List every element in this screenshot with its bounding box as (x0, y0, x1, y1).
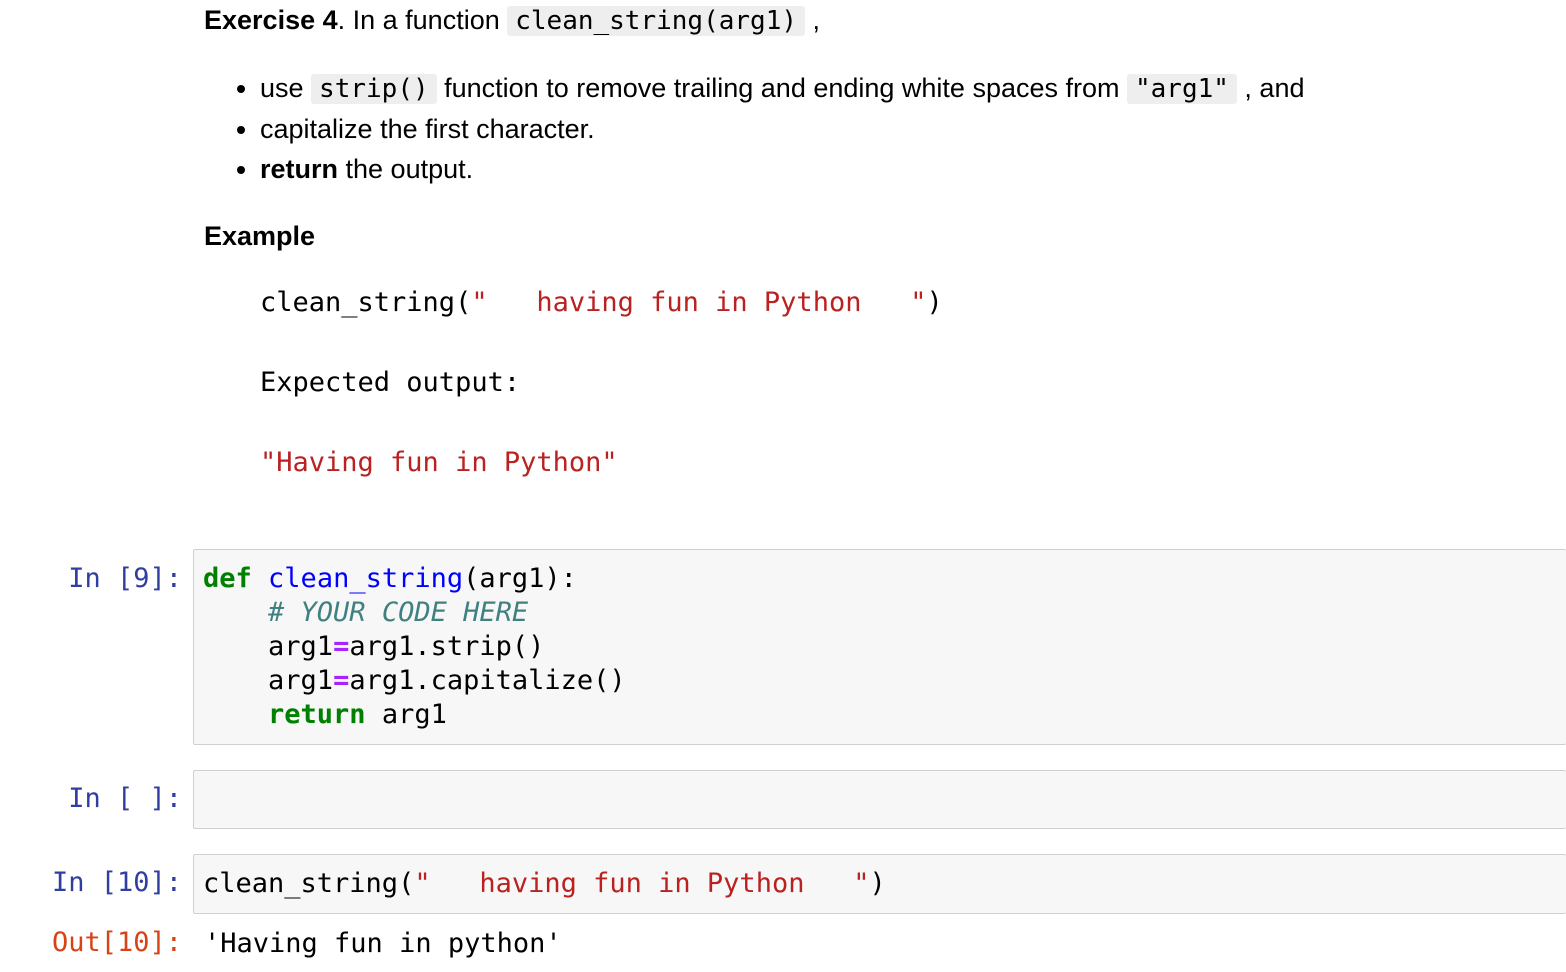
exercise-title-text: . In a function (337, 5, 508, 35)
code-text: arg1.strip() (349, 631, 545, 662)
empty-code-cell-editor[interactable] (193, 770, 1566, 829)
code-text: arg1 (268, 631, 334, 662)
code-text: arg1 (365, 699, 447, 730)
code-text: ) (869, 868, 886, 899)
bullet-text: function to remove trailing and ending w… (436, 73, 1127, 103)
cell-prompt: In [9]: (68, 563, 182, 594)
expected-output-value: "Having fun in Python" (260, 447, 618, 478)
bullet-text: , and (1236, 73, 1305, 103)
function-name: clean_string (268, 563, 464, 594)
code-text: arg1.capitalize() (349, 665, 626, 696)
cell-prompt: In [ ]: (68, 783, 182, 814)
code-operator: = (333, 665, 350, 696)
code-comment: # YOUR CODE HERE (268, 597, 529, 628)
expected-output-label: Expected output: (260, 367, 521, 398)
inline-code-strip: strip() (311, 74, 437, 104)
bullet-text: capitalize the first character. (260, 114, 595, 144)
code-content[interactable]: clean_string(" having fun in Python ") (194, 855, 1566, 901)
code-text: arg1 (268, 665, 334, 696)
bullet-text: the output. (338, 154, 474, 184)
exercise-title-code: clean_string(arg1) (507, 6, 805, 36)
code-text: (arg1): (463, 563, 577, 594)
exercise-title-bold: Exercise 4 (204, 5, 338, 35)
code-text: clean_string( (203, 868, 415, 899)
output-prompt: Out[10]: (51, 927, 182, 958)
code-string: " having fun in Python " (414, 868, 870, 899)
list-item: use strip() function to remove trailing … (260, 68, 1304, 109)
code-operator: = (333, 631, 350, 662)
list-item: capitalize the first character. (260, 109, 1304, 149)
code-content[interactable]: def clean_string(arg1): # YOUR CODE HERE… (194, 550, 1566, 732)
example-call-close: ) (926, 287, 943, 318)
example-call-string: " having fun in Python " (471, 287, 927, 318)
example-call: clean_string(" having fun in Python ") (260, 285, 943, 321)
instruction-list: use strip() function to remove trailing … (204, 68, 1304, 189)
cell-prompt: In [10]: (51, 867, 182, 898)
bullet-text: use (260, 73, 312, 103)
example-call-fn: clean_string( (260, 287, 472, 318)
exercise-title-tail: , (805, 5, 821, 35)
cell-output: 'Having fun in python' (204, 928, 562, 959)
inline-code-arg1: "arg1" (1127, 74, 1237, 104)
example-heading: Example (204, 221, 316, 251)
keyword-return: return (268, 699, 366, 730)
exercise-title: Exercise 4. In a function clean_string(a… (204, 2, 820, 39)
list-item: return the output. (260, 149, 1304, 189)
bullet-bold: return (260, 154, 339, 184)
code-cell-editor[interactable]: clean_string(" having fun in Python ") (193, 854, 1566, 914)
keyword-def: def (203, 563, 252, 594)
code-cell-editor[interactable]: def clean_string(arg1): # YOUR CODE HERE… (193, 549, 1566, 745)
